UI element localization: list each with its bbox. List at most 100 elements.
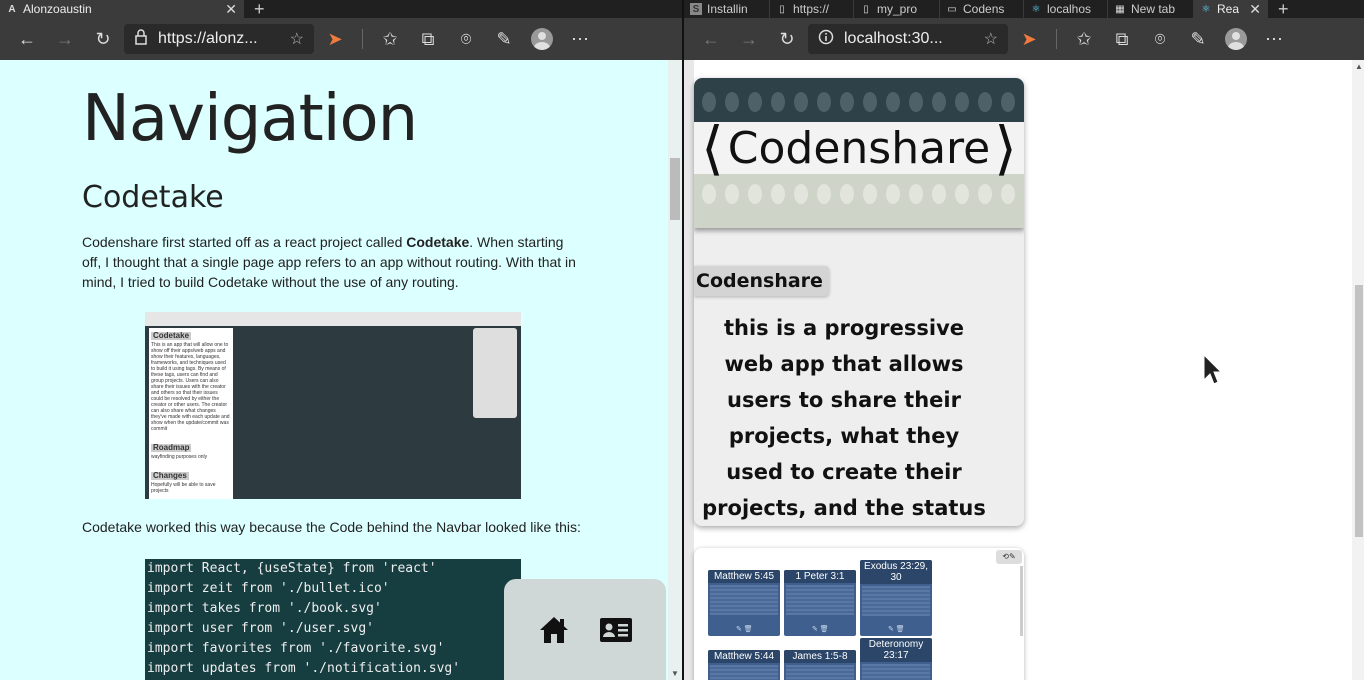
edit-button[interactable]: ⟲✎ [996,550,1022,564]
note-tile[interactable]: Matthew 5:44 [708,650,780,680]
profile-avatar[interactable] [1219,22,1253,56]
tab-my-project[interactable]: ▯ my_pro [854,0,940,18]
close-tab-icon[interactable]: ✕ [221,1,237,18]
banner-dot [955,92,969,112]
note-body [862,664,930,680]
refresh-button[interactable]: ↻ [770,22,804,56]
screenshot-roadmap-text: wayfinding purposes only [151,454,208,460]
floating-navbar [504,579,666,680]
tab-new-tab[interactable]: ▦ New tab [1108,0,1194,18]
forward-button[interactable]: → [732,22,766,56]
note-label: Matthew 5:45 [708,570,780,583]
swift-extension-icon[interactable]: ➤ [1012,22,1046,56]
screenshot-sidebar-title: Codetake [151,331,192,340]
note-label: 1 Peter 3:1 [784,570,856,583]
back-button[interactable]: ← [10,22,44,56]
tab-installing[interactable]: S Installin [684,0,770,18]
note-tile[interactable]: 1 Peter 3:1 ✎ 🗑 [784,570,856,636]
banner-dot [1001,184,1015,204]
feedback-icon[interactable]: ✎ [1181,22,1215,56]
collections-icon[interactable]: ⧉ [1105,22,1139,56]
banner-dot [909,184,923,204]
note-tile[interactable]: James 1:5-8 [784,650,856,680]
collections-icon[interactable]: ⧉ [411,22,445,56]
banner-dot [794,184,808,204]
notes-scrollbar[interactable] [1020,566,1023,636]
favorites-icon[interactable]: ✩ [373,22,407,56]
code-line: import zeit from './bullet.ico' [147,581,390,596]
document-icon: ▯ [863,3,869,15]
browser-toolbar: ← → ↻ localhost:30... ☆ ➤ ✩ ⧉ ⌾ ✎ ⋯ [684,18,1364,60]
tab-title: localhos [1047,2,1092,16]
screenshot-icon[interactable]: ⌾ [449,22,483,56]
favorite-star-icon[interactable]: ☆ [290,29,304,49]
swift-extension-icon[interactable]: ➤ [318,22,352,56]
codetake-screenshot-image: Codetake This is an app that will allow … [145,312,521,499]
scrollbar-thumb[interactable] [670,158,680,220]
banner-dot [771,184,785,204]
banner-dot [932,92,946,112]
scroll-down-arrow-icon[interactable]: ▼ [671,669,679,678]
browser-toolbar: ← → ↻ https://alonz... ☆ ➤ ✩ ⧉ ⌾ ✎ ⋯ [0,18,682,60]
note-tools-icon[interactable]: ✎ 🗑 [736,625,753,633]
section-heading: Codetake [82,180,224,215]
address-bar[interactable]: localhost:30... ☆ [808,24,1008,54]
forward-button[interactable]: → [48,22,82,56]
tab-title: New tab [1131,2,1176,16]
banner-dot [702,184,716,204]
note-tools-icon[interactable]: ✎ 🗑 [812,625,829,633]
scroll-up-arrow-icon[interactable]: ▲ [1355,62,1363,71]
page-content: Navigation Codetake Codenshare first sta… [0,60,668,680]
note-label: Exodus 23:29, 30 [860,560,932,584]
close-tab-icon[interactable]: ✕ [1245,1,1261,18]
navbar-code-intro: Codetake worked this way because the Cod… [82,519,581,535]
screenshot-changes-title: Changes [151,471,189,480]
tab-alonzoaustin[interactable]: A Alonzoaustin ✕ [0,0,244,18]
screenshot-roadmap-title: Roadmap [151,443,192,452]
mouse-cursor-icon [1203,353,1223,391]
feedback-icon[interactable]: ✎ [487,22,521,56]
back-button[interactable]: ← [694,22,728,56]
banner-dot [932,184,946,204]
banner-dot [863,92,877,112]
page-scrollbar[interactable]: ▼ [668,60,682,680]
banner-dot [840,92,854,112]
tab-react-app[interactable]: ⚛ Rea ✕ [1194,0,1268,18]
page-content: ⟨ Codenshare ⟩ Codenshare this is a prog… [684,60,1352,680]
more-menu-icon[interactable]: ⋯ [563,22,597,56]
profile-avatar[interactable] [525,22,559,56]
page-scrollbar[interactable]: ▲ [1352,60,1364,680]
code-line: import updates from './notification.svg' [147,661,461,676]
note-tile[interactable]: Exodus 23:29, 30 ✎ 🗑 [860,560,932,636]
favorites-icon[interactable]: ✩ [1067,22,1101,56]
note-tile[interactable]: Deteronomy 23:17 [860,638,932,680]
address-bar[interactable]: https://alonz... ☆ [124,24,314,54]
contact-card-icon[interactable] [599,613,633,647]
tab-title: https:// [793,2,830,16]
home-icon[interactable] [537,613,571,647]
new-tab-button[interactable]: + [1268,0,1299,18]
scrollbar-thumb[interactable] [1355,285,1363,537]
toolbar-divider [1056,29,1057,49]
note-tools-icon[interactable]: ✎ 🗑 [888,625,905,633]
tab-codenshare[interactable]: ▭ Codens [940,0,1024,18]
document-icon: ▯ [779,3,785,15]
code-line: import React, {useState} from 'react' [147,561,437,576]
note-tile[interactable]: Matthew 5:45 ✎ 🗑 [708,570,780,636]
tab-https[interactable]: ▯ https:// [770,0,854,18]
left-angle-bracket-icon: ⟨ [701,114,724,182]
tab-localhost[interactable]: ⚛ localhos [1024,0,1108,18]
refresh-button[interactable]: ↻ [86,22,120,56]
project-name-chip[interactable]: Codenshare [694,266,829,296]
banner-dot [886,184,900,204]
banner-dot [817,92,831,112]
screenshot-navbar [473,328,517,418]
favorite-star-icon[interactable]: ☆ [984,29,998,49]
more-menu-icon[interactable]: ⋯ [1257,22,1291,56]
project-card: ⟨ Codenshare ⟩ Codenshare this is a prog… [694,78,1024,526]
new-tab-button[interactable]: + [244,0,275,18]
screenshot-icon[interactable]: ⌾ [1143,22,1177,56]
avatar-icon [1225,28,1247,50]
banner-dot [863,184,877,204]
banner-dot [1001,92,1015,112]
